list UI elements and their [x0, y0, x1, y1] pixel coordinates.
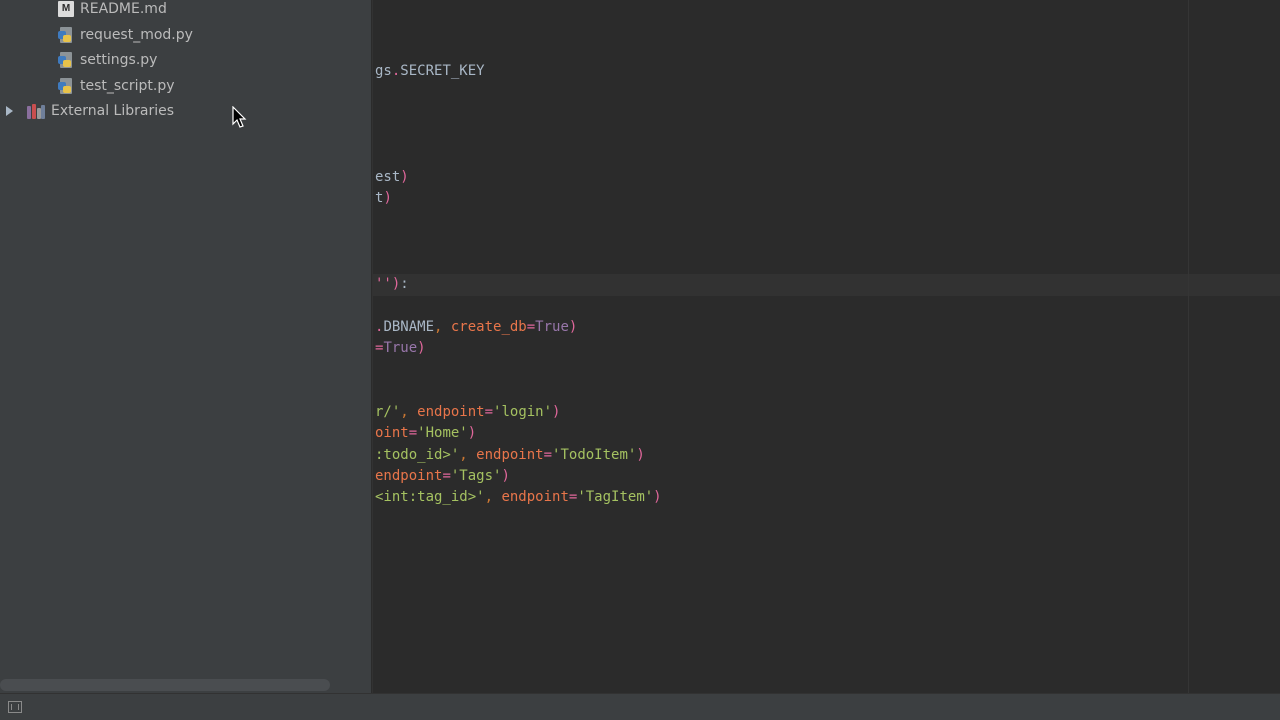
code-token: ) — [467, 425, 477, 441]
tree-item-test-script[interactable]: test_script.py — [58, 74, 175, 98]
code-token: ) — [417, 340, 426, 356]
code-token: ) — [400, 169, 409, 185]
mouse-pointer-icon — [232, 106, 247, 128]
tree-item-label: External Libraries — [51, 103, 174, 119]
tree-item-readme[interactable]: M README.md — [58, 0, 167, 21]
code-token: ) — [568, 319, 578, 335]
code-line[interactable]: est) — [375, 167, 409, 188]
code-token: endpoint — [375, 468, 443, 484]
code-token: endpoint — [476, 447, 544, 463]
right-margin-guide — [1188, 0, 1189, 693]
code-token: True — [535, 319, 569, 335]
code-token: est — [375, 169, 401, 185]
code-token: = — [408, 425, 418, 441]
tree-item-label: test_script.py — [80, 78, 175, 94]
code-line[interactable]: =True) — [375, 338, 426, 359]
code-line[interactable]: endpoint='Tags') — [375, 466, 510, 487]
code-token: ) — [383, 190, 392, 206]
code-token: '') — [375, 276, 401, 292]
code-token: 'login' — [493, 404, 553, 420]
code-token: = — [543, 447, 553, 463]
code-token: , — [400, 404, 418, 420]
code-token: , — [484, 489, 502, 505]
project-tool-window[interactable]: M README.md request_mod.py settings.py t… — [0, 0, 371, 693]
ide-window: M README.md request_mod.py settings.py t… — [0, 0, 1280, 720]
code-editor[interactable]: gs.SECRET_KEY est) t) ''): .DBNAME, crea… — [372, 0, 1280, 693]
code-token: r/' — [375, 404, 401, 420]
code-token: <int:tag_id>' — [375, 489, 485, 505]
horizontal-scrollbar[interactable] — [0, 679, 330, 691]
code-token: 'TagItem' — [577, 489, 654, 505]
code-token: gs — [375, 63, 392, 79]
code-token: 'Home' — [417, 425, 468, 441]
markdown-file-icon: M — [58, 1, 74, 17]
code-token: ) — [501, 468, 510, 484]
code-token: True — [383, 340, 418, 356]
python-file-icon — [58, 52, 74, 68]
status-bar — [0, 693, 1280, 720]
code-line[interactable]: oint='Home') — [375, 423, 476, 444]
code-line[interactable]: <int:tag_id>', endpoint='TagItem') — [375, 487, 662, 508]
code-token: 'TodoItem' — [552, 447, 637, 463]
code-token: DBNAME — [383, 319, 435, 335]
code-token: ) — [653, 489, 662, 505]
tool-window-toggle-icon[interactable] — [8, 701, 22, 713]
code-token: = — [442, 468, 451, 484]
tree-item-label: README.md — [80, 1, 167, 17]
code-line[interactable]: t) — [375, 188, 392, 209]
code-token: create_db — [450, 319, 527, 335]
python-file-icon — [58, 27, 74, 43]
code-line[interactable]: :todo_id>', endpoint='TodoItem') — [375, 445, 645, 466]
python-file-icon — [58, 78, 74, 94]
code-token: oint — [375, 425, 409, 441]
code-token: = — [526, 319, 536, 335]
code-line[interactable]: ''): — [375, 274, 409, 295]
code-token: : — [400, 276, 409, 292]
code-token: :todo_id>' — [375, 447, 460, 463]
code-line[interactable]: gs.SECRET_KEY — [375, 61, 485, 82]
collapsed-arrow-icon[interactable] — [6, 106, 13, 116]
tree-item-label: settings.py — [80, 52, 158, 68]
code-token: , — [434, 319, 451, 335]
code-token: SECRET_KEY — [400, 63, 485, 79]
tree-item-settings[interactable]: settings.py — [58, 48, 157, 72]
tree-item-request-mod[interactable]: request_mod.py — [58, 23, 193, 47]
code-token: endpoint — [417, 404, 485, 420]
library-icon — [27, 103, 45, 119]
code-line[interactable]: .DBNAME, create_db=True) — [375, 317, 577, 338]
code-line[interactable]: r/', endpoint='login') — [375, 402, 560, 423]
code-token: endpoint — [501, 489, 569, 505]
code-token: = — [484, 404, 494, 420]
tree-item-external-libraries[interactable]: External Libraries — [6, 99, 174, 123]
tree-item-label: request_mod.py — [80, 27, 193, 43]
code-token: , — [459, 447, 477, 463]
current-line-highlight — [373, 274, 1280, 296]
code-token: ) — [552, 404, 561, 420]
code-token: ) — [636, 447, 645, 463]
code-token: 'Tags' — [450, 468, 502, 484]
